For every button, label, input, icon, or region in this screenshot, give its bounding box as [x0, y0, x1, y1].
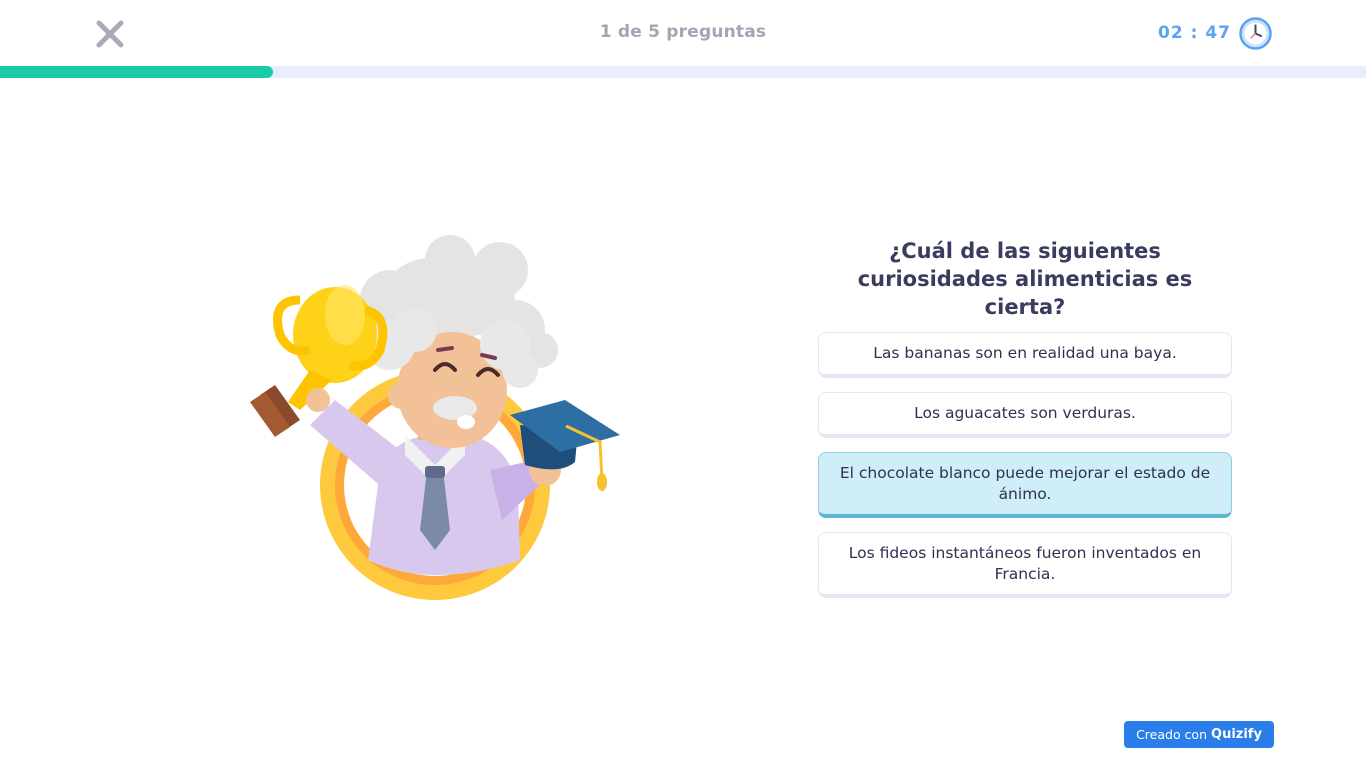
progress-bar — [0, 66, 1366, 78]
answer-options: Las bananas son en realidad una baya. Lo… — [818, 332, 1232, 612]
answer-option-2[interactable]: Los aguacates son verduras. — [818, 392, 1232, 438]
answer-option-1[interactable]: Las bananas son en realidad una baya. — [818, 332, 1232, 378]
answer-option-label: Las bananas son en realidad una baya. — [873, 344, 1177, 362]
answer-option-4[interactable]: Los fideos instantáneos fueron inventado… — [818, 532, 1232, 598]
professor-illustration — [240, 230, 630, 610]
badge-brand: Quizify — [1211, 727, 1262, 742]
clock-icon — [1239, 16, 1272, 50]
timer: 02 : 47 — [1158, 16, 1272, 50]
timer-text: 02 : 47 — [1158, 23, 1231, 43]
progress-bar-fill — [0, 66, 273, 78]
answer-option-3-selected[interactable]: El chocolate blanco puede mejorar el est… — [818, 452, 1232, 518]
created-with-badge[interactable]: Creado con Quizify — [1124, 721, 1274, 748]
badge-prefix: Creado con — [1136, 727, 1208, 742]
answer-option-label: Los fideos instantáneos fueron inventado… — [848, 543, 1202, 583]
answer-option-label: El chocolate blanco puede mejorar el est… — [839, 463, 1211, 503]
question-text: ¿Cuál de las siguientes curiosidades ali… — [857, 239, 1193, 319]
top-bar: 1 de 5 preguntas 02 : 47 — [0, 0, 1366, 66]
answer-option-label: Los aguacates son verduras. — [914, 404, 1136, 422]
